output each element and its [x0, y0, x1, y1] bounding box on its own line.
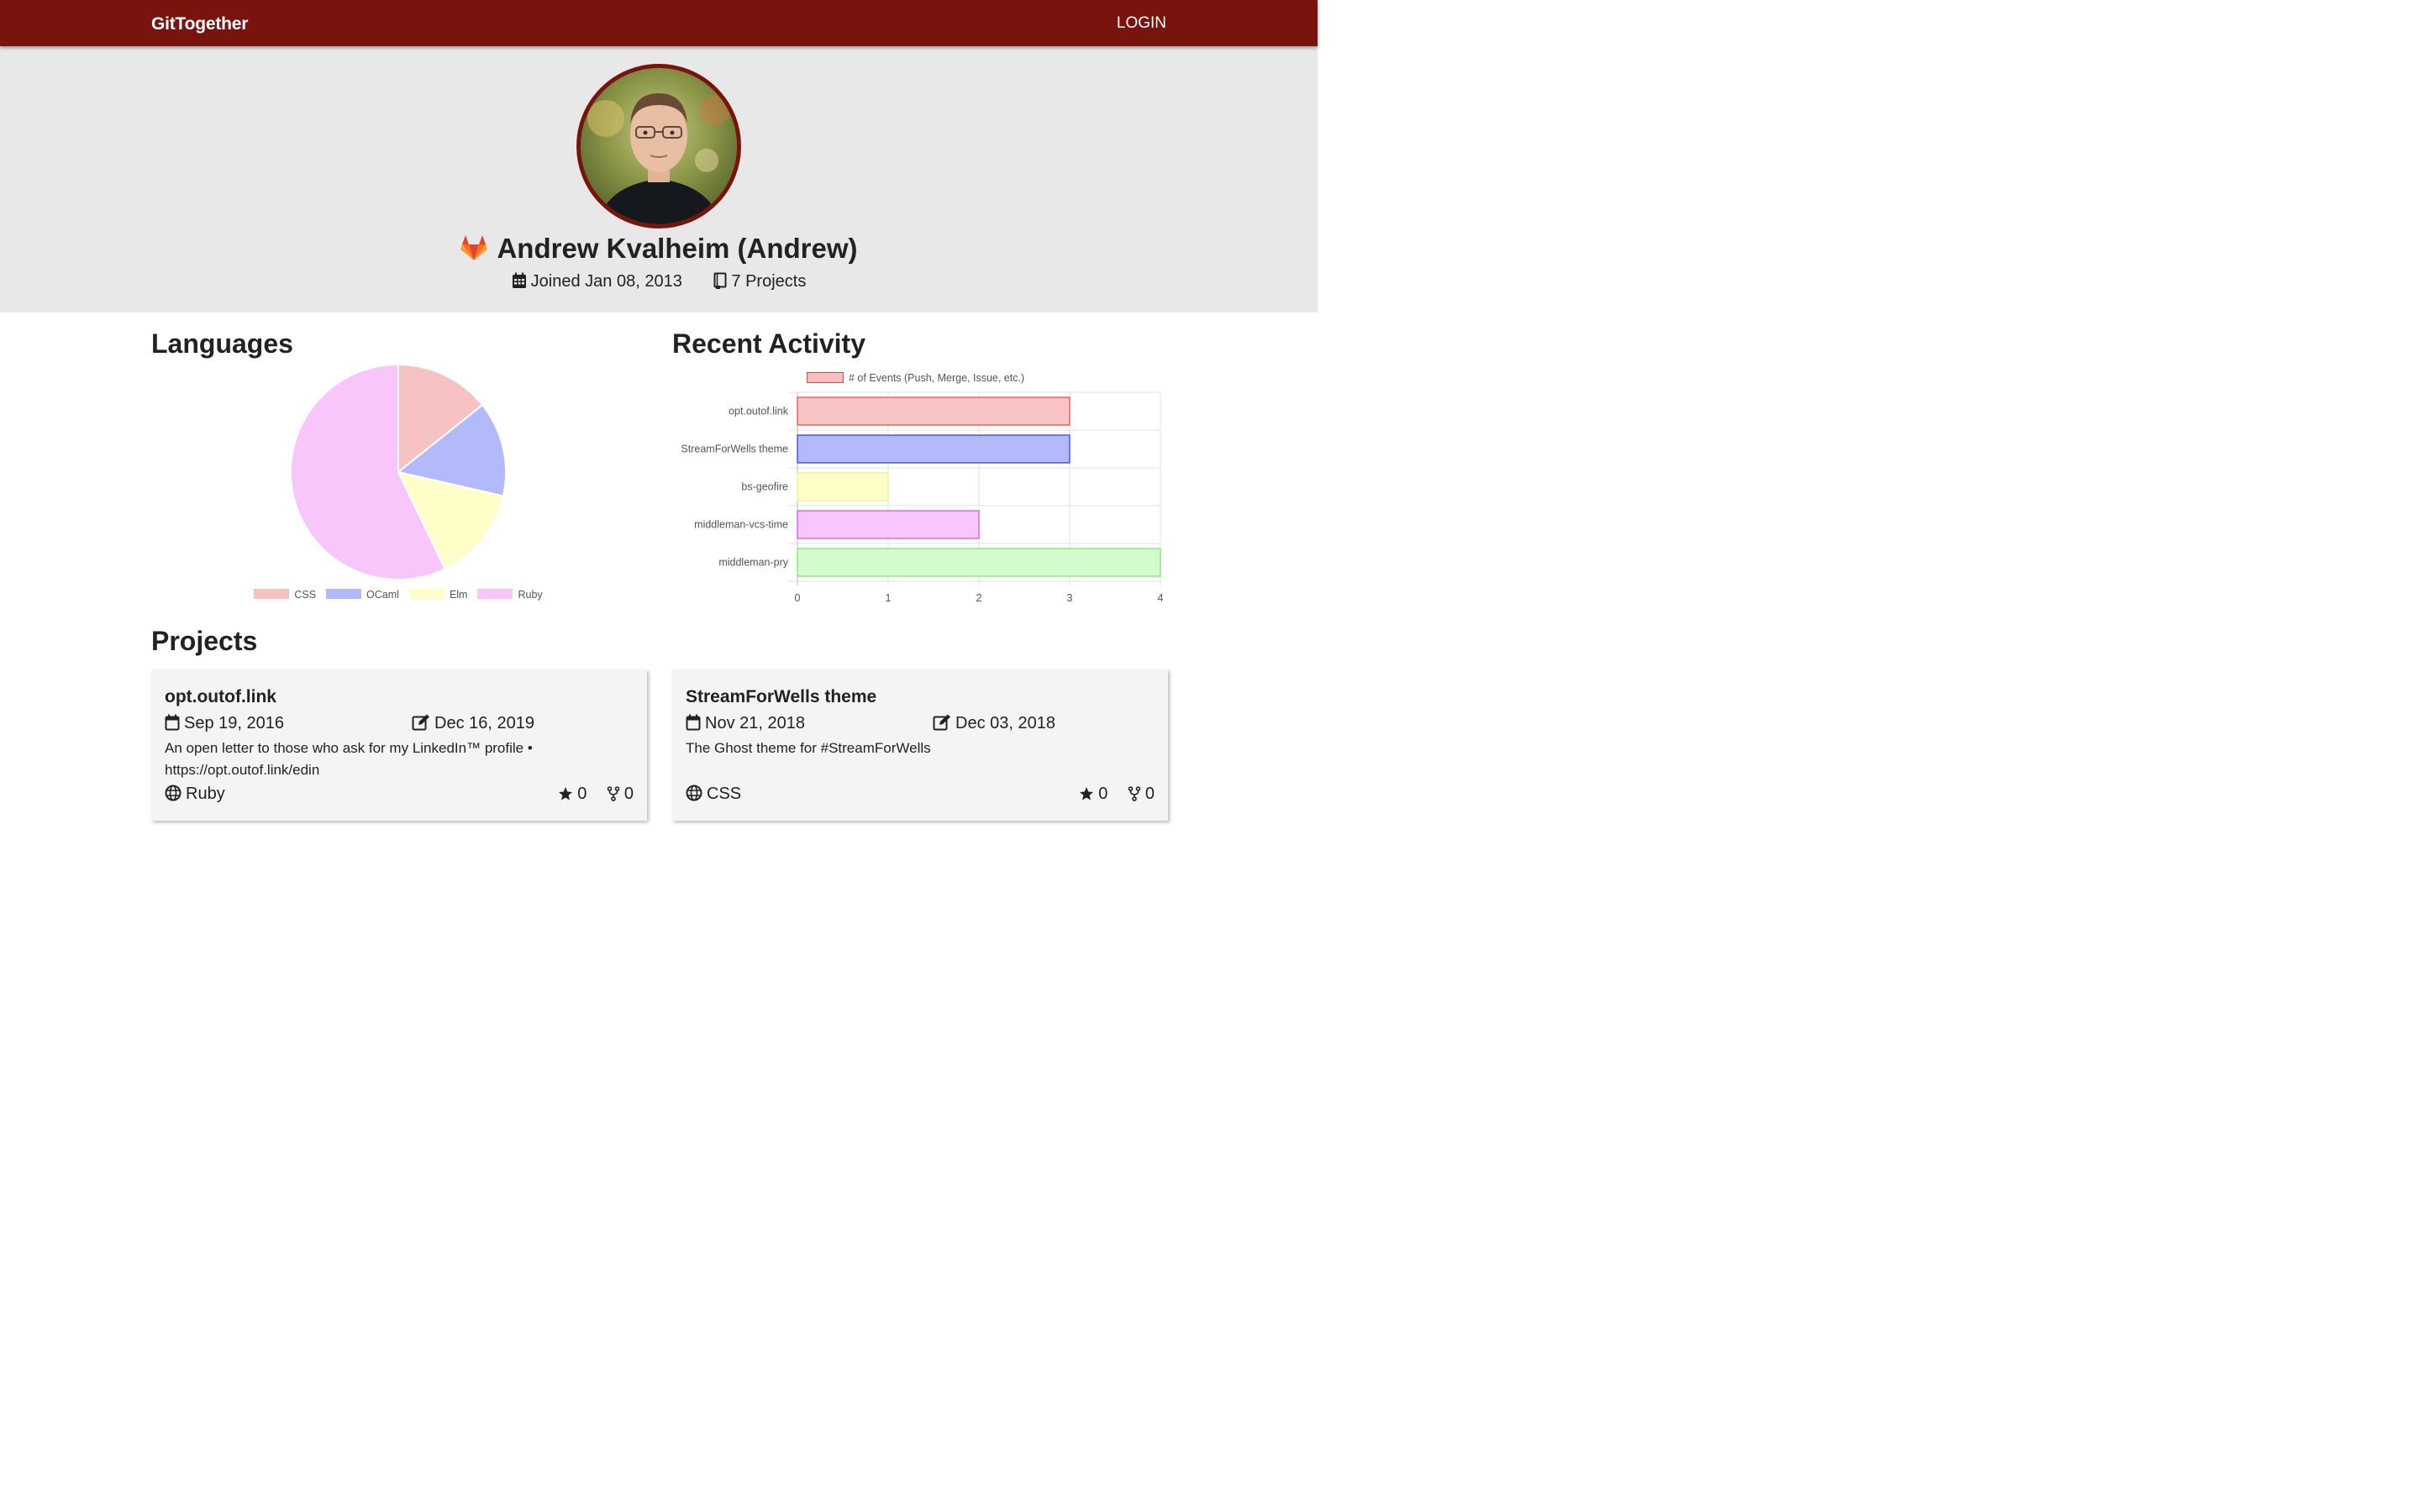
joined-date: Joined Jan 08, 2013: [512, 272, 682, 291]
profile-header: Andrew Kvalheim (Andrew) Joined Jan 08, …: [0, 46, 1318, 312]
star-icon: [1080, 787, 1094, 801]
pie-legend-swatch: [326, 589, 362, 599]
project-card[interactable]: StreamForWells theme Nov 21, 2018 Dec 03…: [672, 669, 1168, 821]
bar-category-label: StreamForWells theme: [681, 444, 788, 455]
project-created: Nov 21, 2018: [686, 714, 805, 733]
profile-name: Andrew Kvalheim (Andrew): [497, 233, 858, 264]
bar-legend[interactable]: # of Events (Push, Merge, Issue, etc.): [807, 372, 1024, 384]
projects-heading: Projects: [151, 626, 258, 656]
x-tick-label: 0: [795, 592, 801, 604]
x-tick-label: 2: [976, 592, 982, 604]
pie-legend-label: Elm: [449, 589, 468, 601]
project-language: CSS: [686, 785, 741, 804]
project-stats: 0 0: [543, 785, 634, 804]
bar-category-label: middleman-vcs-time: [694, 519, 788, 531]
fork-icon: [1128, 786, 1141, 801]
stars-count: 0: [1079, 785, 1107, 804]
forks-count: 0: [607, 785, 634, 804]
pie-legend-item[interactable]: Ruby: [477, 589, 543, 601]
project-title[interactable]: StreamForWells theme: [686, 687, 876, 707]
profile-name-row: Andrew Kvalheim (Andrew): [0, 233, 1318, 268]
avatar: [576, 64, 741, 228]
stars-count: 0: [558, 785, 587, 804]
bar-category-label: bs-geofire: [741, 481, 788, 493]
pie-legend-item[interactable]: CSS: [254, 589, 316, 601]
project-language: Ruby: [165, 785, 225, 804]
activity-bar-chart: # of Events (Push, Merge, Issue, etc.) o…: [672, 365, 1176, 617]
pie-legend-label: CSS: [294, 589, 317, 601]
edit-icon: [933, 714, 950, 731]
book-icon: [713, 272, 727, 289]
forks-count: 0: [1128, 785, 1155, 804]
bar-middleman-vcs-time[interactable]: [797, 510, 980, 539]
project-description: The Ghost theme for #StreamForWells: [686, 740, 931, 756]
pie-legend-label: Ruby: [518, 589, 543, 601]
gitlab-icon: [460, 234, 488, 268]
pie-legend: CSS OCaml Elm Ruby: [151, 589, 645, 601]
bar-category-label: middleman-pry: [718, 557, 788, 569]
login-link[interactable]: LOGIN: [1117, 14, 1166, 33]
pie-svg: [290, 363, 507, 580]
project-created: Sep 19, 2016: [165, 714, 284, 733]
calendar-icon: [512, 272, 526, 288]
project-updated: Dec 16, 2019: [412, 714, 534, 733]
languages-pie-chart: CSS OCaml Elm Ruby: [151, 357, 645, 609]
project-title[interactable]: opt.outof.link: [165, 687, 276, 707]
x-tick-label: 1: [886, 592, 892, 604]
calendar-icon: [165, 714, 180, 731]
star-icon: [559, 787, 573, 801]
brand-link[interactable]: GitTogether: [151, 14, 248, 34]
bar-legend-label: # of Events (Push, Merge, Issue, etc.): [849, 372, 1025, 384]
bar-legend-swatch: [807, 372, 844, 383]
avatar-photo: [581, 68, 737, 224]
navbar: GitTogether LOGIN: [0, 0, 1318, 46]
edit-icon: [412, 714, 429, 731]
pie-legend-item[interactable]: OCaml: [326, 589, 399, 601]
pie-legend-label: OCaml: [366, 589, 399, 601]
project-updated: Dec 03, 2018: [933, 714, 1055, 733]
x-tick-label: 3: [1067, 592, 1073, 604]
pie-legend-swatch: [408, 589, 445, 599]
project-card[interactable]: opt.outof.link Sep 19, 2016 Dec 16, 2019…: [151, 669, 647, 821]
project-stats: 0 0: [1064, 785, 1155, 804]
fork-icon: [607, 786, 620, 801]
calendar-icon: [686, 714, 701, 731]
languages-heading: Languages: [151, 328, 293, 359]
bar-category-label: opt.outof.link: [729, 406, 789, 417]
globe-icon: [686, 785, 702, 801]
pie-legend-swatch: [254, 589, 290, 599]
pie-legend-item[interactable]: Elm: [408, 589, 468, 601]
pie-legend-swatch: [477, 589, 513, 599]
x-tick-label: 4: [1158, 592, 1164, 604]
bar-svg: opt.outof.link StreamForWells theme bs-geo…: [681, 391, 1164, 604]
project-description: An open letter to those who ask for my L…: [165, 740, 533, 778]
bar-streamforwells-theme[interactable]: [797, 434, 1071, 464]
globe-icon: [165, 785, 182, 801]
activity-heading: Recent Activity: [672, 328, 865, 359]
bar-middleman-pry[interactable]: [797, 548, 1161, 577]
profile-meta: Joined Jan 08, 2013 7 Projects: [0, 272, 1318, 291]
project-count: 7 Projects: [713, 272, 806, 291]
bar-bs-geofire[interactable]: [797, 472, 889, 501]
bar-opt-outof-link[interactable]: [797, 396, 1071, 426]
